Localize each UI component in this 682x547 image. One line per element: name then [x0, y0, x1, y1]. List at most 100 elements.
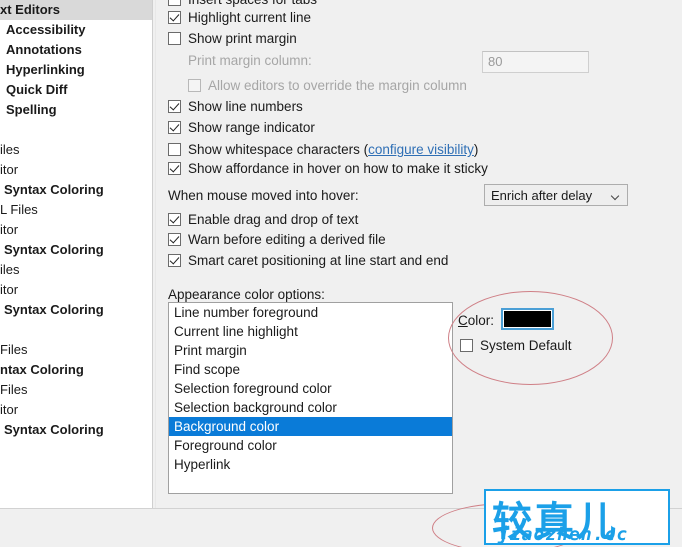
- checkbox-row-show-range-indicator[interactable]: Show range indicator: [168, 121, 315, 135]
- checkbox-show-whitespace-icon[interactable]: [168, 143, 181, 156]
- tree-item-editor-1[interactable]: itor: [0, 160, 152, 180]
- checkbox-insert-spaces-icon[interactable]: [168, 0, 181, 7]
- tree-item-label: Spelling: [6, 102, 57, 117]
- tree-item-label: Syntax Coloring: [4, 242, 104, 257]
- checkbox-smart-caret-icon[interactable]: [168, 254, 181, 268]
- tree-item-files-4[interactable]: Files: [0, 380, 152, 400]
- tree-item-label: Hyperlinking: [6, 62, 85, 77]
- tree-item-editor-2[interactable]: itor: [0, 220, 152, 240]
- checkbox-show-print-margin-icon[interactable]: [168, 32, 181, 46]
- tree-item-text-editors[interactable]: xt Editors: [0, 0, 152, 20]
- hover-behaviour-select[interactable]: Enrich after delay: [484, 184, 628, 206]
- checkbox-show-affordance-label: Show affordance in hover on how to make …: [188, 161, 488, 176]
- tree-item-label: itor: [0, 222, 19, 237]
- tree-item-label: Syntax Coloring: [4, 182, 104, 197]
- tree-item-syntax-coloring-2[interactable]: Syntax Coloring: [0, 240, 152, 260]
- tree-item-files-3[interactable]: Files: [0, 340, 152, 360]
- appearance-color-options-label: Appearance color options:: [168, 287, 325, 302]
- tree-item-label: Syntax Coloring: [4, 302, 104, 317]
- tree-item-syntax-coloring-3[interactable]: Syntax Coloring: [0, 300, 152, 320]
- tree-item-label: iles: [0, 142, 20, 157]
- checkbox-row-show-line-numbers[interactable]: Show line numbers: [168, 100, 303, 114]
- checkbox-show-whitespace-label-end: ): [473, 141, 479, 157]
- print-margin-column-label: Print margin column:: [188, 53, 312, 68]
- tree-item-syntax-coloring-5[interactable]: Syntax Coloring: [0, 420, 152, 440]
- checkbox-show-line-numbers-label: Show line numbers: [188, 99, 303, 114]
- color-swatch-button[interactable]: [501, 308, 554, 330]
- checkbox-highlight-current-line-icon[interactable]: [168, 11, 181, 25]
- checkbox-show-print-margin-label: Show print margin: [188, 31, 297, 46]
- checkbox-smart-caret-label: Smart caret positioning at line start an…: [188, 253, 449, 268]
- checkbox-warn-derived-file-label: Warn before editing a derived file: [188, 232, 386, 247]
- chevron-down-icon: [612, 193, 619, 197]
- configure-visibility-link[interactable]: configure visibility: [368, 142, 474, 157]
- list-item-selected[interactable]: Background color: [169, 417, 452, 436]
- checkbox-row-show-whitespace[interactable]: Show whitespace characters (configure vi…: [168, 142, 478, 157]
- checkbox-allow-editors-override-label: Allow editors to override the margin col…: [208, 78, 467, 93]
- list-item[interactable]: Line number foreground: [169, 303, 452, 322]
- list-item[interactable]: Find scope: [169, 360, 452, 379]
- checkbox-insert-spaces-label: Insert spaces for tabs: [188, 0, 317, 7]
- checkbox-row-insert-spaces[interactable]: Insert spaces for tabs: [168, 0, 317, 7]
- tree-item-accessibility[interactable]: Accessibility: [0, 20, 152, 40]
- checkbox-show-affordance-icon[interactable]: [168, 162, 181, 176]
- checkbox-row-smart-caret[interactable]: Smart caret positioning at line start an…: [168, 254, 448, 268]
- tree-item-label: itor: [0, 162, 19, 177]
- preferences-dialog: xt Editors Accessibility Annotations Hyp…: [0, 0, 682, 547]
- tree-item-hyperlinking[interactable]: Hyperlinking: [0, 60, 152, 80]
- list-item[interactable]: Selection background color: [169, 398, 452, 417]
- tree-spacer-2: [0, 320, 152, 340]
- checkbox-enable-drag-drop-icon[interactable]: [168, 213, 181, 227]
- checkbox-system-default-label: System Default: [480, 338, 572, 353]
- list-item[interactable]: Foreground color: [169, 436, 452, 455]
- checkbox-row-show-affordance[interactable]: Show affordance in hover on how to make …: [168, 162, 488, 176]
- tree-item-spelling[interactable]: Spelling: [0, 100, 152, 120]
- tree-item-annotations[interactable]: Annotations: [0, 40, 152, 60]
- checkbox-show-whitespace-label: Show whitespace characters (: [188, 141, 369, 157]
- tree-item-label: itor: [0, 402, 19, 417]
- print-margin-column-input[interactable]: 80: [482, 51, 589, 73]
- tree-item-label: xt Editors: [0, 2, 60, 17]
- panel-divider: [152, 0, 153, 508]
- tree-item-files-2[interactable]: iles: [0, 260, 152, 280]
- checkbox-row-warn-derived-file[interactable]: Warn before editing a derived file: [168, 233, 386, 247]
- label-print-margin-column: Print margin column:: [188, 54, 312, 68]
- tree-item-label: Files: [0, 382, 28, 397]
- tree-item-quick-diff[interactable]: Quick Diff: [0, 80, 152, 100]
- list-item[interactable]: Selection foreground color: [169, 379, 452, 398]
- tree-item-label: Accessibility: [6, 22, 86, 37]
- tree-item-syntax-coloring-1[interactable]: Syntax Coloring: [0, 180, 152, 200]
- preferences-tree[interactable]: xt Editors Accessibility Annotations Hyp…: [0, 0, 152, 508]
- checkbox-row-allow-editors-override[interactable]: Allow editors to override the margin col…: [188, 79, 467, 93]
- label-hover-behaviour: When mouse moved into hover:: [168, 189, 359, 203]
- list-item[interactable]: Print margin: [169, 341, 452, 360]
- vertical-scrollbar-track[interactable]: [665, 0, 682, 508]
- tree-item-l-files[interactable]: L Files: [0, 200, 152, 220]
- checkbox-row-enable-drag-drop[interactable]: Enable drag and drop of text: [168, 213, 358, 227]
- tree-item-label: iles: [0, 262, 20, 277]
- tree-item-syntax-coloring-4[interactable]: ntax Coloring: [0, 360, 152, 380]
- checkbox-show-range-indicator-icon[interactable]: [168, 121, 181, 135]
- checkbox-row-show-print-margin[interactable]: Show print margin: [168, 32, 297, 46]
- checkbox-show-line-numbers-icon[interactable]: [168, 100, 181, 114]
- tree-item-label: Files: [0, 342, 28, 357]
- list-item[interactable]: Current line highlight: [169, 322, 452, 341]
- checkbox-allow-editors-override-icon[interactable]: [188, 79, 201, 93]
- checkbox-enable-drag-drop-label: Enable drag and drop of text: [188, 212, 359, 227]
- list-item[interactable]: Hyperlink: [169, 455, 452, 474]
- color-label-text: olor:: [467, 313, 495, 328]
- tree-item-editor-4[interactable]: itor: [0, 400, 152, 420]
- tree-item-files-1[interactable]: iles: [0, 140, 152, 160]
- watermark-site-text: jiaozhen.cc: [498, 524, 629, 545]
- checkbox-show-range-indicator-label: Show range indicator: [188, 120, 315, 135]
- checkbox-row-system-default[interactable]: System Default: [460, 339, 572, 353]
- appearance-color-options-list[interactable]: Line number foreground Current line high…: [168, 302, 453, 494]
- checkbox-system-default-icon[interactable]: [460, 339, 473, 353]
- tree-item-editor-3[interactable]: itor: [0, 280, 152, 300]
- tree-item-label: Quick Diff: [6, 82, 68, 97]
- checkbox-warn-derived-file-icon[interactable]: [168, 233, 181, 247]
- label-appearance-color-options: Appearance color options:: [168, 288, 325, 302]
- tree-item-label: L Files: [0, 202, 38, 217]
- checkbox-row-highlight-current-line[interactable]: Highlight current line: [168, 11, 311, 25]
